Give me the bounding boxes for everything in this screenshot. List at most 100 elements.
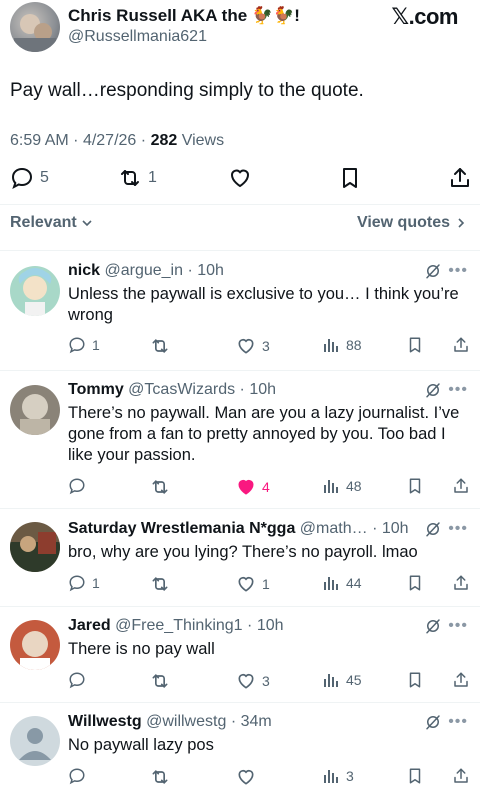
author-avatar[interactable] bbox=[10, 2, 60, 52]
reply-author-handle[interactable]: @Free_Thinking1 bbox=[115, 617, 242, 634]
reply-button[interactable]: 1 bbox=[68, 574, 100, 592]
post-time[interactable]: 6:59 AM bbox=[10, 132, 69, 149]
reply-action-bar: 1 3 88 bbox=[0, 336, 480, 360]
repost-count: 1 bbox=[148, 169, 157, 186]
reply-text: bro, why are you lying? There’s no payro… bbox=[68, 543, 418, 561]
repost-button[interactable] bbox=[150, 477, 176, 497]
repost-button[interactable] bbox=[150, 671, 176, 691]
bookmark-button[interactable] bbox=[406, 574, 424, 592]
bookmark-icon bbox=[406, 671, 424, 689]
share-icon bbox=[452, 477, 470, 495]
reply-icon bbox=[68, 336, 86, 354]
bookmark-button[interactable] bbox=[406, 671, 424, 689]
sort-label: Relevant bbox=[10, 214, 77, 231]
repost-button[interactable] bbox=[150, 336, 176, 356]
reply-icon bbox=[68, 671, 86, 689]
post-date[interactable]: 4/27/26 bbox=[83, 132, 136, 149]
bookmark-icon bbox=[406, 477, 424, 495]
reply-author-name[interactable]: Willwestg bbox=[68, 713, 142, 730]
repost-icon bbox=[150, 574, 170, 594]
reply-avatar[interactable] bbox=[10, 385, 60, 435]
more-options-icon[interactable]: ••• bbox=[448, 262, 468, 280]
reply-author-name[interactable]: nick bbox=[68, 262, 100, 279]
sort-dropdown[interactable]: Relevant bbox=[10, 214, 93, 232]
heart-icon bbox=[228, 166, 252, 190]
like-count: 3 bbox=[262, 338, 270, 354]
share-button[interactable] bbox=[448, 166, 472, 190]
reply-button[interactable] bbox=[68, 671, 92, 689]
reply-time[interactable]: 10h bbox=[197, 262, 224, 279]
bookmark-button[interactable] bbox=[338, 166, 362, 190]
grok-icon[interactable] bbox=[424, 381, 442, 399]
more-options-icon[interactable]: ••• bbox=[448, 617, 468, 635]
view-quotes-link[interactable]: View quotes bbox=[357, 214, 466, 232]
share-button[interactable] bbox=[452, 767, 470, 785]
reply-avatar[interactable] bbox=[10, 620, 60, 670]
reply-time[interactable]: 10h bbox=[257, 617, 284, 634]
reply-time[interactable]: 10h bbox=[382, 520, 409, 537]
more-options-icon[interactable]: ••• bbox=[448, 381, 468, 399]
reply-avatar[interactable] bbox=[10, 266, 60, 316]
reply-count: 1 bbox=[92, 575, 100, 591]
share-icon bbox=[452, 574, 470, 592]
post-meta: 6:59 AM · 4/27/26 · 282 Views bbox=[10, 132, 225, 149]
reply-count: 5 bbox=[40, 169, 49, 186]
views-button[interactable]: 3 bbox=[322, 767, 354, 785]
reply-avatar[interactable] bbox=[10, 716, 60, 766]
reply-author-name[interactable]: Saturday Wrestlemania N*gga bbox=[68, 520, 295, 537]
bookmark-button[interactable] bbox=[406, 767, 424, 785]
x-logo: 𝕏.com bbox=[391, 4, 458, 29]
bookmark-icon bbox=[338, 166, 362, 190]
grok-icon[interactable] bbox=[424, 617, 442, 635]
reply-action-bar: 4 48 bbox=[0, 477, 480, 501]
author-name[interactable]: Chris Russell AKA the 🐓🐓! bbox=[68, 6, 300, 26]
reply-action-bar: 1 1 44 bbox=[0, 574, 480, 598]
repost-button[interactable]: 1 bbox=[118, 166, 157, 190]
grok-icon[interactable] bbox=[424, 520, 442, 538]
reply-button[interactable] bbox=[68, 767, 92, 785]
like-button[interactable]: 1 bbox=[236, 574, 270, 594]
reply-author-handle[interactable]: @math… bbox=[300, 520, 368, 537]
share-button[interactable] bbox=[452, 477, 470, 495]
reply-author-handle[interactable]: @willwestg bbox=[146, 713, 226, 730]
like-button[interactable]: 3 bbox=[236, 336, 270, 356]
reply-author-handle[interactable]: @TcasWizards bbox=[128, 381, 235, 398]
reply-time[interactable]: 34m bbox=[241, 713, 272, 730]
grok-icon[interactable] bbox=[424, 713, 442, 731]
reply-avatar[interactable] bbox=[10, 522, 60, 572]
reply-button[interactable]: 5 bbox=[10, 166, 49, 190]
author-handle[interactable]: @Russellmania621 bbox=[68, 28, 207, 46]
views-button[interactable]: 45 bbox=[322, 671, 362, 689]
reply-button[interactable] bbox=[68, 477, 92, 495]
share-icon bbox=[452, 671, 470, 689]
repost-button[interactable] bbox=[150, 574, 176, 594]
reply-author-name[interactable]: Tommy bbox=[68, 381, 124, 398]
like-button[interactable] bbox=[228, 166, 252, 190]
share-button[interactable] bbox=[452, 574, 470, 592]
like-button[interactable] bbox=[236, 767, 262, 787]
heart-icon bbox=[236, 336, 256, 356]
views-button[interactable]: 88 bbox=[322, 336, 362, 354]
grok-icon[interactable] bbox=[424, 262, 442, 280]
like-button[interactable]: 3 bbox=[236, 671, 270, 691]
views-count: 282 bbox=[150, 132, 178, 149]
views-icon bbox=[322, 336, 340, 354]
views-button[interactable]: 44 bbox=[322, 574, 362, 592]
repost-button[interactable] bbox=[150, 767, 176, 787]
views-button[interactable]: 48 bbox=[322, 477, 362, 495]
reply-author-handle[interactable]: @argue_in bbox=[104, 262, 183, 279]
bookmark-button[interactable] bbox=[406, 336, 424, 354]
reply-button[interactable]: 1 bbox=[68, 336, 100, 354]
like-button[interactable]: 4 bbox=[236, 477, 270, 497]
more-options-icon[interactable]: ••• bbox=[448, 713, 468, 731]
more-options-icon[interactable]: ••• bbox=[448, 520, 468, 538]
heart-icon bbox=[236, 477, 256, 497]
reply-author-name[interactable]: Jared bbox=[68, 617, 111, 634]
views-icon bbox=[322, 574, 340, 592]
share-button[interactable] bbox=[452, 336, 470, 354]
bookmark-button[interactable] bbox=[406, 477, 424, 495]
reply-time[interactable]: 10h bbox=[249, 381, 276, 398]
share-button[interactable] bbox=[452, 671, 470, 689]
heart-icon bbox=[236, 767, 256, 787]
reply-action-bar: 3 bbox=[0, 767, 480, 791]
